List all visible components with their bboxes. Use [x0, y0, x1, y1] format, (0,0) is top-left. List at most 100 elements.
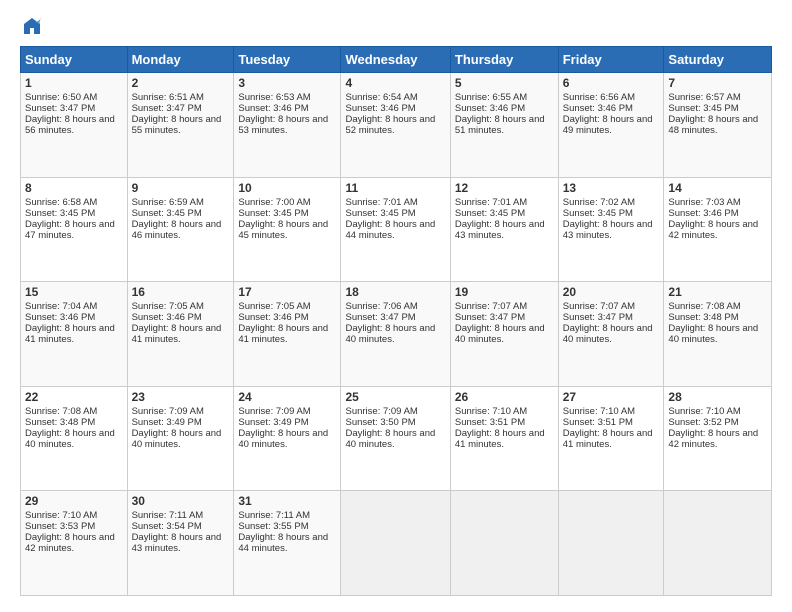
- sunrise-text: Sunrise: 6:51 AM: [132, 92, 230, 103]
- sunset-text: Sunset: 3:46 PM: [668, 208, 767, 219]
- sunrise-text: Sunrise: 6:56 AM: [563, 92, 660, 103]
- calendar-page: Sunday Monday Tuesday Wednesday Thursday…: [0, 0, 792, 612]
- daylight-text: Daylight: 8 hours and 40 minutes.: [455, 323, 554, 345]
- sunrise-text: Sunrise: 6:59 AM: [132, 197, 230, 208]
- table-row: 9Sunrise: 6:59 AMSunset: 3:45 PMDaylight…: [127, 177, 234, 282]
- day-number: 23: [132, 390, 230, 404]
- sunrise-text: Sunrise: 7:01 AM: [455, 197, 554, 208]
- day-number: 18: [345, 285, 445, 299]
- table-row: [558, 491, 664, 596]
- col-monday: Monday: [127, 47, 234, 73]
- daylight-text: Daylight: 8 hours and 40 minutes.: [25, 428, 123, 450]
- table-row: 7Sunrise: 6:57 AMSunset: 3:45 PMDaylight…: [664, 73, 772, 178]
- day-number: 11: [345, 181, 445, 195]
- daylight-text: Daylight: 8 hours and 45 minutes.: [238, 219, 336, 241]
- day-number: 8: [25, 181, 123, 195]
- sunset-text: Sunset: 3:47 PM: [345, 312, 445, 323]
- sunrise-text: Sunrise: 7:09 AM: [238, 406, 336, 417]
- day-number: 20: [563, 285, 660, 299]
- sunset-text: Sunset: 3:52 PM: [668, 417, 767, 428]
- sunset-text: Sunset: 3:50 PM: [345, 417, 445, 428]
- daylight-text: Daylight: 8 hours and 43 minutes.: [563, 219, 660, 241]
- sunset-text: Sunset: 3:48 PM: [668, 312, 767, 323]
- header-row: Sunday Monday Tuesday Wednesday Thursday…: [21, 47, 772, 73]
- daylight-text: Daylight: 8 hours and 55 minutes.: [132, 114, 230, 136]
- day-number: 2: [132, 76, 230, 90]
- sunset-text: Sunset: 3:46 PM: [563, 103, 660, 114]
- sunrise-text: Sunrise: 7:09 AM: [132, 406, 230, 417]
- day-number: 9: [132, 181, 230, 195]
- calendar-week-row: 1Sunrise: 6:50 AMSunset: 3:47 PMDaylight…: [21, 73, 772, 178]
- day-number: 27: [563, 390, 660, 404]
- sunrise-text: Sunrise: 7:00 AM: [238, 197, 336, 208]
- day-number: 22: [25, 390, 123, 404]
- daylight-text: Daylight: 8 hours and 40 minutes.: [132, 428, 230, 450]
- sunrise-text: Sunrise: 7:07 AM: [563, 301, 660, 312]
- day-number: 1: [25, 76, 123, 90]
- sunset-text: Sunset: 3:54 PM: [132, 521, 230, 532]
- sunrise-text: Sunrise: 7:06 AM: [345, 301, 445, 312]
- table-row: 13Sunrise: 7:02 AMSunset: 3:45 PMDayligh…: [558, 177, 664, 282]
- sunset-text: Sunset: 3:48 PM: [25, 417, 123, 428]
- day-number: 19: [455, 285, 554, 299]
- daylight-text: Daylight: 8 hours and 44 minutes.: [345, 219, 445, 241]
- day-number: 24: [238, 390, 336, 404]
- table-row: 29Sunrise: 7:10 AMSunset: 3:53 PMDayligh…: [21, 491, 128, 596]
- daylight-text: Daylight: 8 hours and 51 minutes.: [455, 114, 554, 136]
- sunset-text: Sunset: 3:46 PM: [238, 312, 336, 323]
- sunrise-text: Sunrise: 7:08 AM: [668, 301, 767, 312]
- table-row: 1Sunrise: 6:50 AMSunset: 3:47 PMDaylight…: [21, 73, 128, 178]
- daylight-text: Daylight: 8 hours and 40 minutes.: [345, 428, 445, 450]
- logo-icon: [22, 16, 42, 36]
- table-row: 20Sunrise: 7:07 AMSunset: 3:47 PMDayligh…: [558, 282, 664, 387]
- calendar-table: Sunday Monday Tuesday Wednesday Thursday…: [20, 46, 772, 596]
- daylight-text: Daylight: 8 hours and 40 minutes.: [345, 323, 445, 345]
- table-row: 12Sunrise: 7:01 AMSunset: 3:45 PMDayligh…: [450, 177, 558, 282]
- sunset-text: Sunset: 3:46 PM: [132, 312, 230, 323]
- table-row: 8Sunrise: 6:58 AMSunset: 3:45 PMDaylight…: [21, 177, 128, 282]
- sunset-text: Sunset: 3:45 PM: [345, 208, 445, 219]
- sunset-text: Sunset: 3:45 PM: [238, 208, 336, 219]
- table-row: 15Sunrise: 7:04 AMSunset: 3:46 PMDayligh…: [21, 282, 128, 387]
- sunset-text: Sunset: 3:46 PM: [25, 312, 123, 323]
- daylight-text: Daylight: 8 hours and 40 minutes.: [238, 428, 336, 450]
- table-row: 31Sunrise: 7:11 AMSunset: 3:55 PMDayligh…: [234, 491, 341, 596]
- table-row: 27Sunrise: 7:10 AMSunset: 3:51 PMDayligh…: [558, 386, 664, 491]
- sunrise-text: Sunrise: 6:55 AM: [455, 92, 554, 103]
- table-row: 18 Sunrise: 7:06 AMSunset: 3:47 PMDayligh…: [341, 282, 450, 387]
- daylight-text: Daylight: 8 hours and 41 minutes.: [455, 428, 554, 450]
- sunset-text: Sunset: 3:49 PM: [132, 417, 230, 428]
- sunset-text: Sunset: 3:51 PM: [455, 417, 554, 428]
- table-row: [450, 491, 558, 596]
- calendar-week-row: 29Sunrise: 7:10 AMSunset: 3:53 PMDayligh…: [21, 491, 772, 596]
- day-number: 3: [238, 76, 336, 90]
- day-number: 6: [563, 76, 660, 90]
- calendar-week-row: 8Sunrise: 6:58 AMSunset: 3:45 PMDaylight…: [21, 177, 772, 282]
- sunset-text: Sunset: 3:45 PM: [25, 208, 123, 219]
- sunset-text: Sunset: 3:55 PM: [238, 521, 336, 532]
- daylight-text: Daylight: 8 hours and 41 minutes.: [25, 323, 123, 345]
- sunrise-text: Sunrise: 7:07 AM: [455, 301, 554, 312]
- sunset-text: Sunset: 3:45 PM: [132, 208, 230, 219]
- table-row: 22Sunrise: 7:08 AMSunset: 3:48 PMDayligh…: [21, 386, 128, 491]
- sunset-text: Sunset: 3:46 PM: [238, 103, 336, 114]
- col-friday: Friday: [558, 47, 664, 73]
- day-number: 12: [455, 181, 554, 195]
- table-row: 23 Sunrise: 7:09 AMSunset: 3:49 PMDayligh…: [127, 386, 234, 491]
- table-row: 21Sunrise: 7:08 AMSunset: 3:48 PMDayligh…: [664, 282, 772, 387]
- sunset-text: Sunset: 3:47 PM: [455, 312, 554, 323]
- table-row: 19 Sunrise: 7:07 AMSunset: 3:47 PMDayligh…: [450, 282, 558, 387]
- sunrise-text: Sunrise: 7:02 AM: [563, 197, 660, 208]
- sunset-text: Sunset: 3:45 PM: [455, 208, 554, 219]
- table-row: 28Sunrise: 7:10 AMSunset: 3:52 PMDayligh…: [664, 386, 772, 491]
- sunset-text: Sunset: 3:46 PM: [345, 103, 445, 114]
- daylight-text: Daylight: 8 hours and 42 minutes.: [668, 428, 767, 450]
- day-number: 17: [238, 285, 336, 299]
- col-wednesday: Wednesday: [341, 47, 450, 73]
- day-number: 31: [238, 494, 336, 508]
- sunrise-text: Sunrise: 7:01 AM: [345, 197, 445, 208]
- table-row: 10Sunrise: 7:00 AMSunset: 3:45 PMDayligh…: [234, 177, 341, 282]
- sunset-text: Sunset: 3:53 PM: [25, 521, 123, 532]
- sunrise-text: Sunrise: 6:57 AM: [668, 92, 767, 103]
- sunset-text: Sunset: 3:47 PM: [132, 103, 230, 114]
